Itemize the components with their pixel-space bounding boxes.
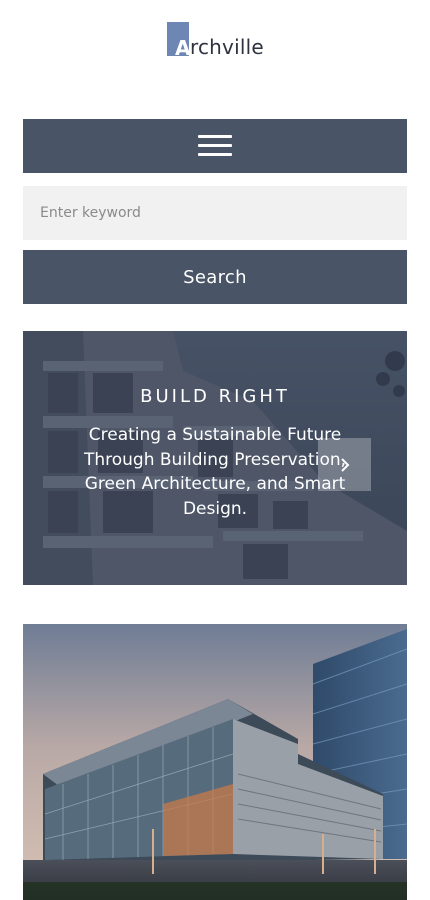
- hero-title: BUILD RIGHT: [140, 386, 290, 407]
- search-input[interactable]: [23, 186, 407, 240]
- logo[interactable]: A rchville: [167, 16, 264, 60]
- logo-letter: A: [175, 36, 191, 60]
- logo-mark: A: [167, 22, 191, 60]
- featured-building-image[interactable]: [23, 624, 407, 900]
- logo-text: rchville: [190, 35, 264, 59]
- hero-slider[interactable]: BUILD RIGHT Creating a Sustainable Futur…: [23, 331, 407, 585]
- search-button[interactable]: Search: [23, 250, 407, 304]
- hamburger-icon: [198, 135, 232, 157]
- building-photo: [23, 624, 407, 900]
- slider-next-button[interactable]: [318, 438, 371, 491]
- page: A rchville Search: [0, 0, 430, 900]
- menu-toggle-button[interactable]: [23, 119, 407, 173]
- chevron-right-icon: [340, 457, 349, 472]
